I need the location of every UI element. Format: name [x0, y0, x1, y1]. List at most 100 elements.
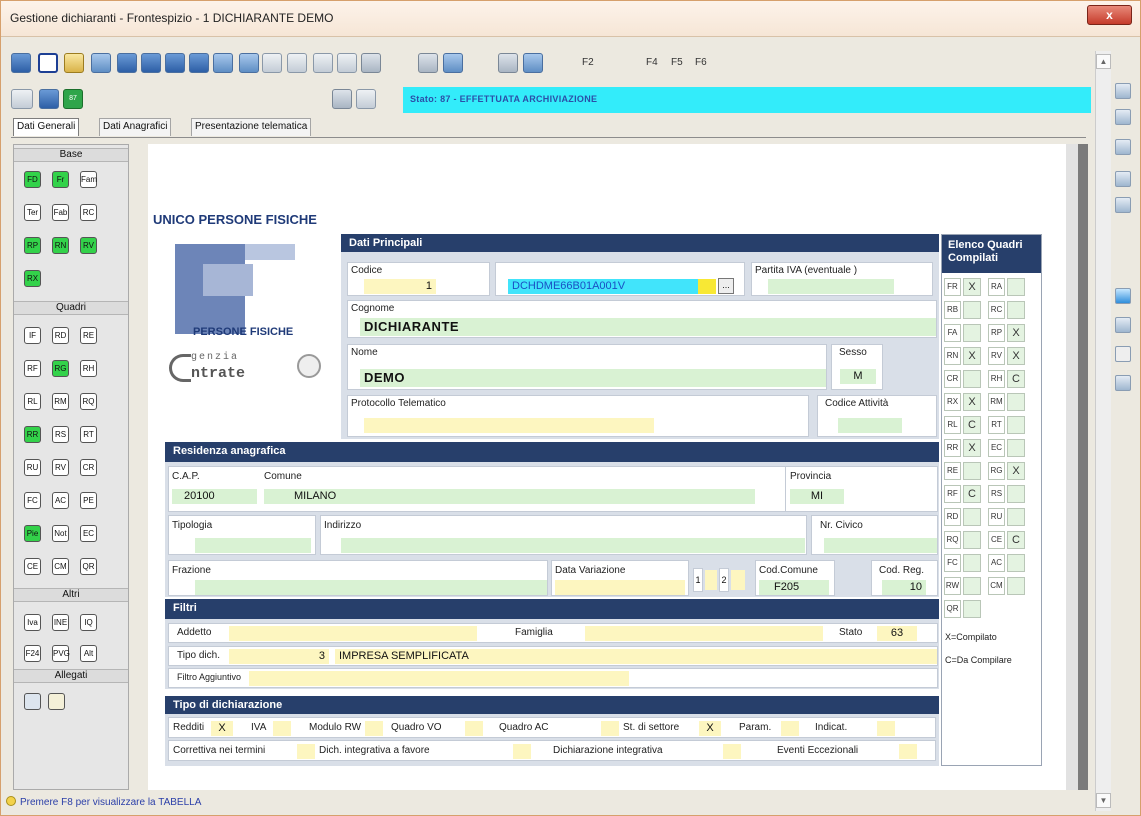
base-button-fab[interactable]: Fab	[52, 204, 69, 221]
base-button-rn[interactable]: RN	[52, 237, 69, 254]
base-button-ter[interactable]: Ter	[24, 204, 41, 221]
scroll-down-icon[interactable]: ▼	[1096, 793, 1111, 808]
quadro-status-rt[interactable]	[1007, 416, 1025, 434]
famiglia-input[interactable]	[585, 626, 823, 641]
quadri-button-ce[interactable]: CE	[24, 558, 41, 575]
quadri-button-fc[interactable]: FC	[24, 492, 41, 509]
settings-icon[interactable]	[418, 53, 438, 73]
cognome-input[interactable]: DICHIARANTE	[360, 318, 936, 336]
play-icon[interactable]	[332, 89, 352, 109]
dropdown-icon[interactable]	[523, 53, 543, 73]
modulo-rw-check[interactable]	[365, 721, 383, 736]
quadri-button-rh[interactable]: RH	[80, 360, 97, 377]
quadri-button-rf[interactable]: RF	[24, 360, 41, 377]
f5-key[interactable]: F5	[671, 57, 683, 68]
altri-button-alt[interactable]: Alt	[80, 645, 97, 662]
quadri-button-rl[interactable]: RL	[24, 393, 41, 410]
frazione-input[interactable]	[195, 580, 547, 595]
side-grid-icon[interactable]	[1115, 375, 1131, 391]
dv-field-1[interactable]	[705, 570, 717, 590]
codice-fiscale-lookup-button[interactable]: ...	[718, 278, 734, 294]
quadro-status-fa[interactable]	[963, 324, 981, 342]
base-button-rx[interactable]: RX	[24, 270, 41, 287]
side-save-icon[interactable]	[1115, 109, 1131, 125]
quadro-status-fr[interactable]: X	[963, 278, 981, 296]
calc-icon[interactable]	[262, 53, 282, 73]
quadro-status-cm[interactable]	[1007, 577, 1025, 595]
quadro-status-rd[interactable]	[963, 508, 981, 526]
list-icon[interactable]	[313, 53, 333, 73]
dv-box-2[interactable]: 2	[719, 568, 729, 592]
quadro-status-rm[interactable]	[1007, 393, 1025, 411]
base-button-fr[interactable]: Fr	[52, 171, 69, 188]
integrativa-favore-check[interactable]	[513, 744, 531, 759]
side-globe-icon[interactable]	[1115, 288, 1131, 304]
quadri-button-qr[interactable]: QR	[80, 558, 97, 575]
quadri-button-pie[interactable]: Pie	[24, 525, 41, 542]
quadro-status-rf[interactable]: C	[963, 485, 981, 503]
quadro-status-rl[interactable]: C	[963, 416, 981, 434]
quadri-button-ec[interactable]: EC	[80, 525, 97, 542]
help-icon[interactable]	[239, 53, 259, 73]
quadro-status-rh[interactable]: C	[1007, 370, 1025, 388]
side-settings-icon[interactable]	[1115, 346, 1131, 362]
protocollo-input[interactable]	[364, 418, 654, 433]
param-check[interactable]	[781, 721, 799, 736]
partita-iva-input[interactable]	[768, 279, 894, 294]
quadri-button-cm[interactable]: CM	[52, 558, 69, 575]
quadri-button-not[interactable]: Not	[52, 525, 69, 542]
quadro-status-rc[interactable]	[1007, 301, 1025, 319]
altri-button-f24[interactable]: F24	[24, 645, 41, 662]
new-record-icon[interactable]	[213, 53, 233, 73]
close-button[interactable]: x	[1087, 5, 1132, 25]
quadro-status-rg[interactable]: X	[1007, 462, 1025, 480]
grid-icon[interactable]	[287, 53, 307, 73]
sesso-input[interactable]: M	[840, 369, 876, 384]
altri-button-ine[interactable]: INE	[52, 614, 69, 631]
scroll-up-icon[interactable]: ▲	[1096, 54, 1111, 69]
filtro-aggiuntivo-input[interactable]	[249, 671, 629, 686]
quadro-status-ce[interactable]: C	[1007, 531, 1025, 549]
dv-box-1[interactable]: 1	[693, 568, 703, 592]
archive-icon[interactable]	[356, 89, 376, 109]
quadro-status-cr[interactable]	[963, 370, 981, 388]
cod-comune-input[interactable]: F205	[759, 580, 829, 595]
base-button-fam[interactable]: Fam	[80, 171, 97, 188]
civico-input[interactable]	[824, 538, 937, 553]
quadro-status-rv[interactable]: X	[1007, 347, 1025, 365]
quadro-status-qr[interactable]	[963, 600, 981, 618]
prev-record-icon[interactable]	[141, 53, 161, 73]
altri-button-iva[interactable]: Iva	[24, 614, 41, 631]
refresh-icon[interactable]	[11, 53, 31, 73]
quadro-status-rq[interactable]	[963, 531, 981, 549]
attachment-grid-icon[interactable]	[24, 693, 41, 710]
f4-key[interactable]: F4	[646, 57, 658, 68]
f6-key[interactable]: F6	[695, 57, 707, 68]
redditi-check[interactable]: X	[211, 721, 233, 736]
addetto-input[interactable]	[229, 626, 477, 641]
quadri-button-rd[interactable]: RD	[52, 327, 69, 344]
folder-save-icon[interactable]	[64, 53, 84, 73]
quadri-button-rm[interactable]: RM	[52, 393, 69, 410]
quadro-status-ac[interactable]	[1007, 554, 1025, 572]
stato-input[interactable]: 63	[877, 626, 917, 641]
integrativa-check[interactable]	[723, 744, 741, 759]
codice-input[interactable]: 1	[364, 279, 436, 294]
quadri-button-pe[interactable]: PE	[80, 492, 97, 509]
quadro-vo-check[interactable]	[465, 721, 483, 736]
side-page-icon[interactable]	[1115, 317, 1131, 333]
tab-dati-anagrafici[interactable]: Dati Anagrafici	[99, 118, 172, 136]
altri-button-pvg[interactable]: PVG	[52, 645, 70, 662]
quadro-status-fc[interactable]	[963, 554, 981, 572]
quadri-button-rq[interactable]: RQ	[80, 393, 97, 410]
window-icon[interactable]	[498, 53, 518, 73]
print-icon[interactable]	[361, 53, 381, 73]
table-icon[interactable]	[443, 53, 463, 73]
quadro-status-ra[interactable]	[1007, 278, 1025, 296]
base-button-fd[interactable]: FD	[24, 171, 41, 188]
st-settore-check[interactable]: X	[699, 721, 721, 736]
eventi-eccezionali-check[interactable]	[899, 744, 917, 759]
last-record-icon[interactable]	[189, 53, 209, 73]
base-button-rp[interactable]: RP	[24, 237, 41, 254]
f2-key[interactable]: F2	[582, 57, 594, 68]
